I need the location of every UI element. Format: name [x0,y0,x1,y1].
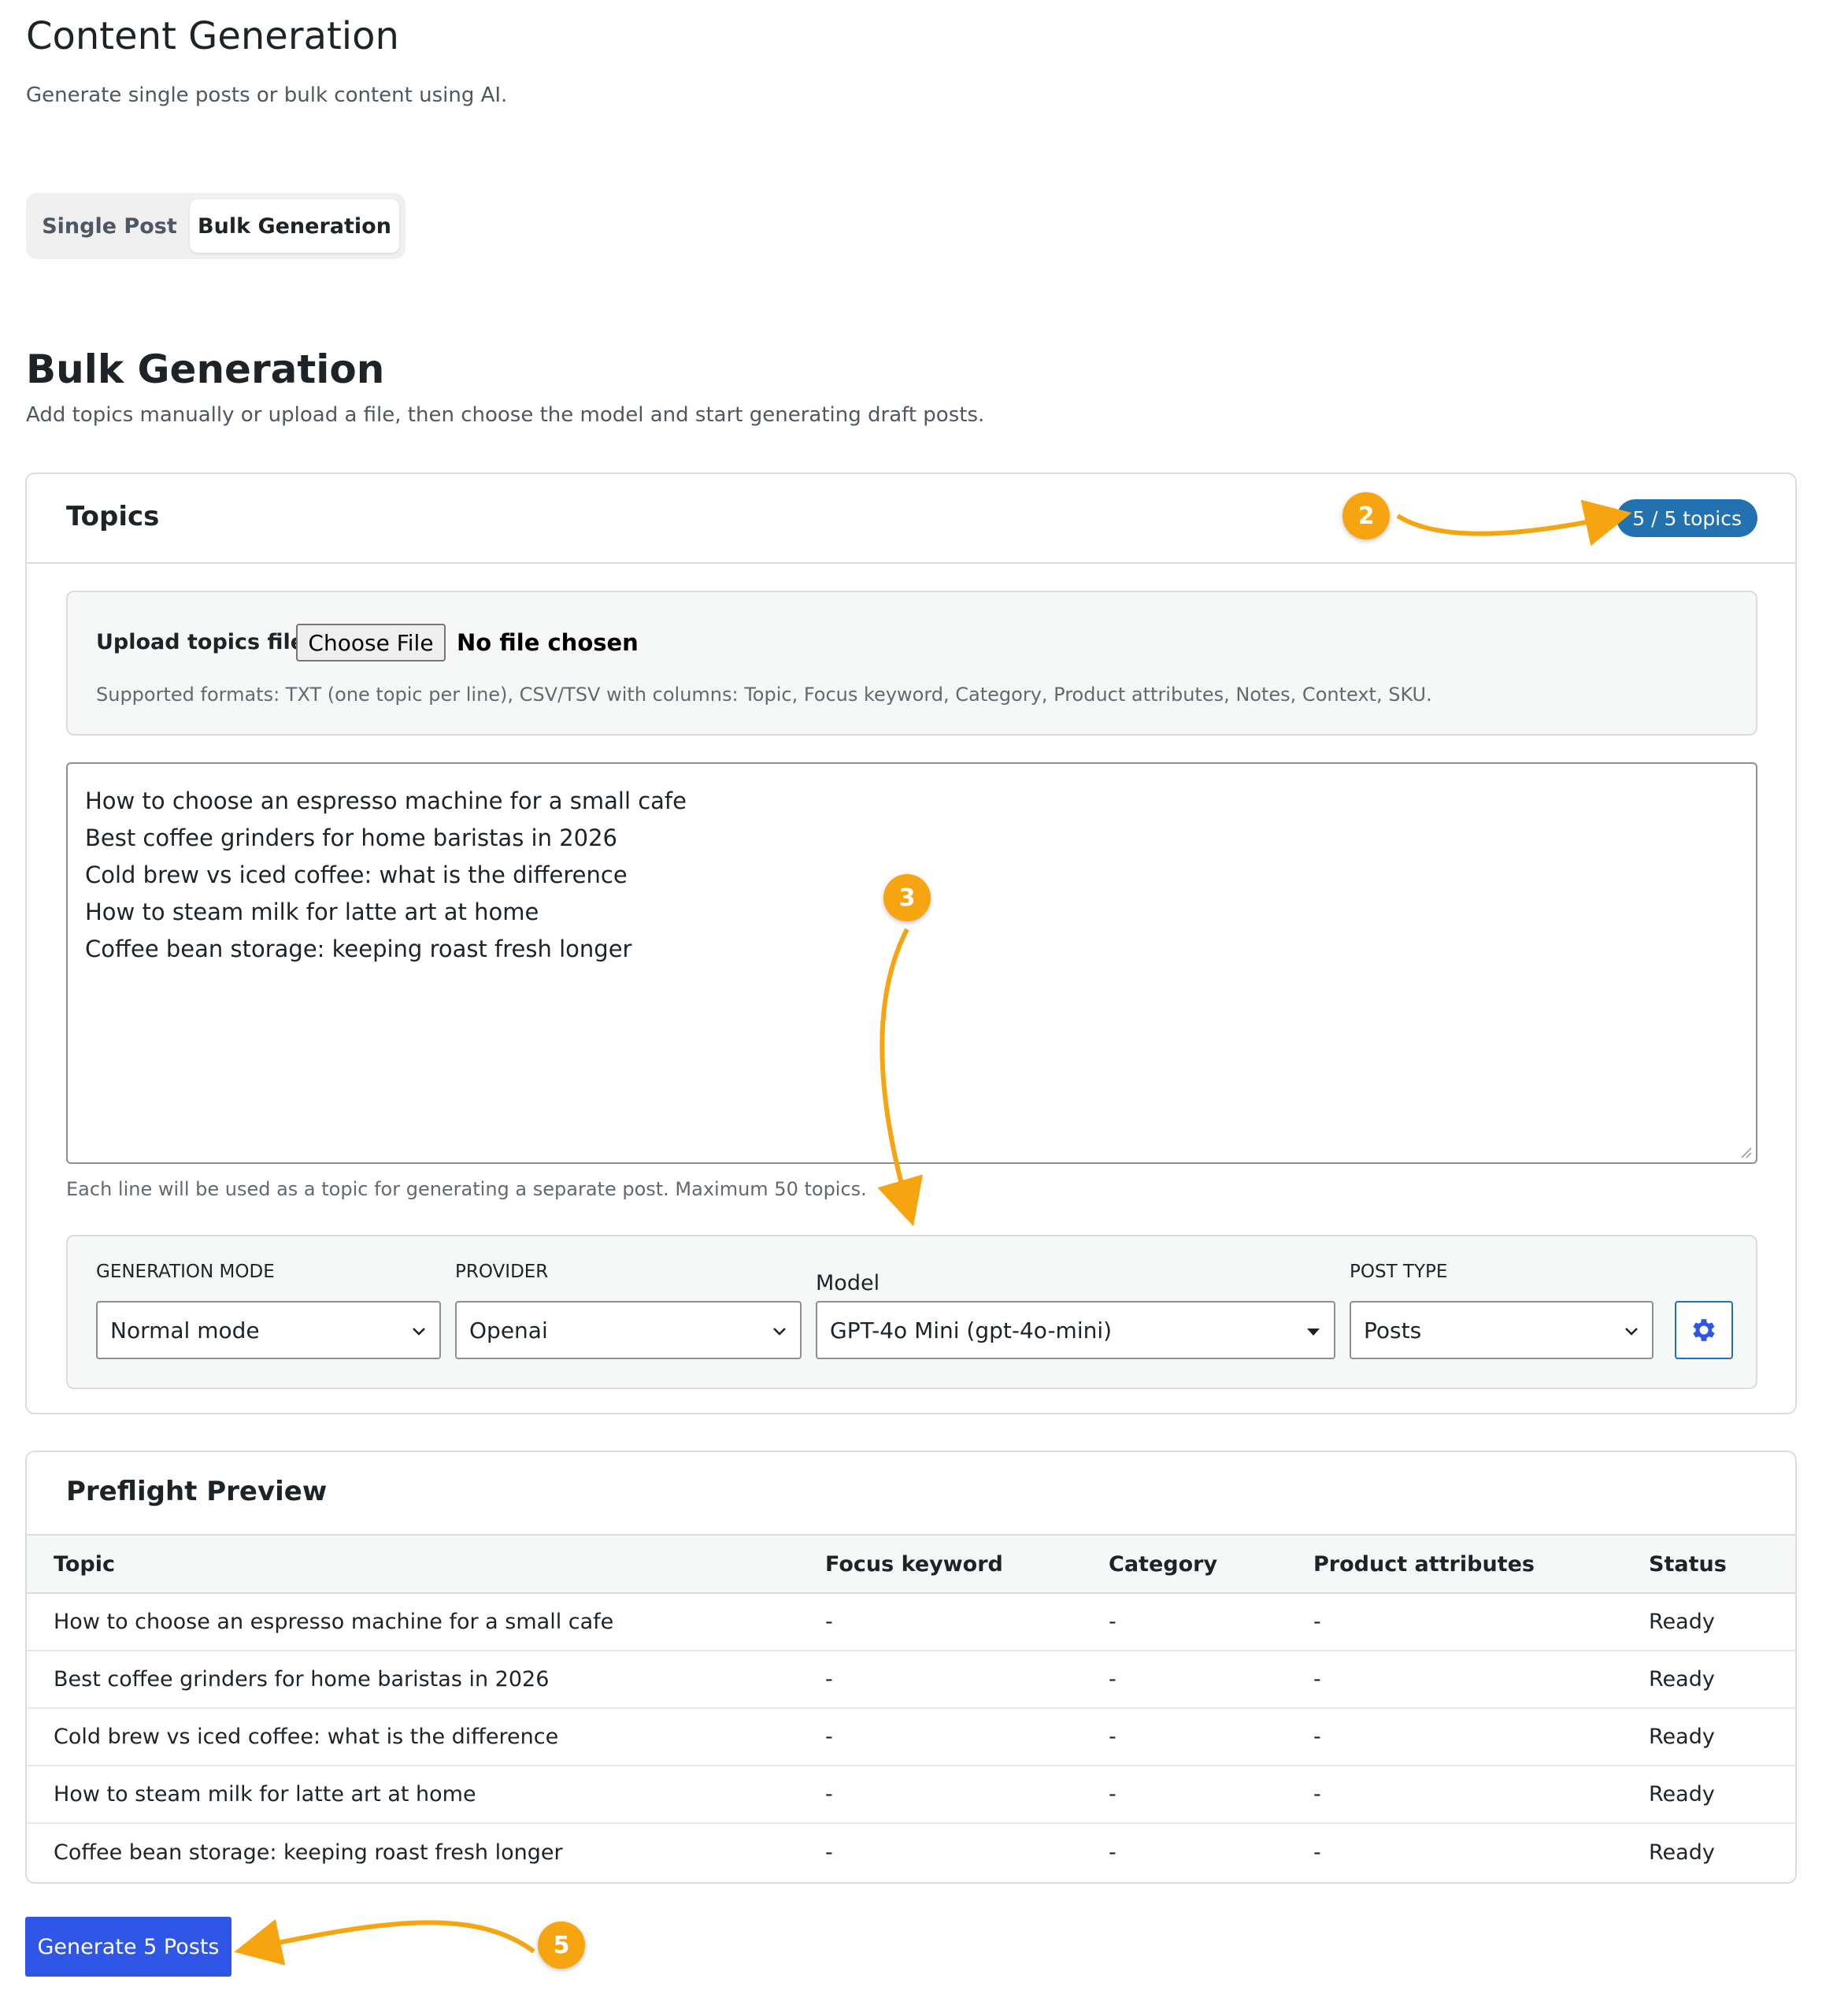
topics-card-header: Topics 5 / 5 topics [27,474,1795,564]
upload-label: Upload topics file [96,630,306,654]
topic-line: Best coffee grinders for home baristas i… [85,825,617,851]
model-value: GPT-4o Mini (gpt-4o-mini) [830,1317,1113,1343]
focus-keyword-cell: - [825,1725,833,1749]
upload-help-text: Supported formats: TXT (one topic per li… [96,684,1432,706]
category-cell: - [1109,1725,1117,1749]
annotation-arrow-5 [234,1918,535,1966]
topics-card-title: Topics [66,501,160,532]
post-type-label: POST TYPE [1350,1262,1448,1282]
upload-box: Upload topics file Choose File No file c… [66,591,1757,736]
category-cell: - [1109,1840,1117,1865]
resize-grip-icon[interactable] [1739,1145,1753,1159]
topic-cell: How to choose an espresso machine for a … [54,1610,614,1634]
annotation-marker: 3 [883,874,931,921]
topics-card: Topics 5 / 5 topics Upload topics file C… [25,472,1797,1414]
column-header: Category [1109,1551,1218,1577]
table-row: How to steam milk for latte art at home … [27,1766,1795,1823]
tab-bulk-generation[interactable]: Bulk Generation [190,199,399,253]
generation-mode-select[interactable]: Normal mode [96,1301,441,1359]
product-attributes-cell: - [1313,1610,1321,1634]
focus-keyword-cell: - [825,1840,833,1865]
chevron-down-icon [413,1328,425,1336]
product-attributes-cell: - [1313,1725,1321,1749]
table-row: Best coffee grinders for home baristas i… [27,1651,1795,1708]
model-label: Model [816,1271,880,1295]
provider-select[interactable]: Openai [455,1301,802,1359]
topic-cell: Coffee bean storage: keeping roast fresh… [54,1840,563,1865]
preflight-card: Preflight Preview Topic Focus keyword Ca… [25,1451,1797,1884]
generation-settings: GENERATION MODE Normal mode PROVIDER Ope… [66,1235,1757,1389]
table-row: How to choose an espresso machine for a … [27,1593,1795,1651]
category-cell: - [1109,1610,1117,1634]
table-row: Cold brew vs iced coffee: what is the di… [27,1708,1795,1766]
topic-count-badge: 5 / 5 topics [1616,499,1757,537]
category-cell: - [1109,1667,1117,1692]
product-attributes-cell: - [1313,1782,1321,1807]
textarea-help-text: Each line will be used as a topic for ge… [66,1178,867,1200]
product-attributes-cell: - [1313,1840,1321,1865]
focus-keyword-cell: - [825,1667,833,1692]
post-type-value: Posts [1364,1317,1422,1343]
provider-value: Openai [469,1317,548,1343]
annotation-marker: 2 [1342,492,1390,539]
column-header: Topic [54,1551,115,1577]
gear-icon [1693,1319,1715,1341]
table-row: Coffee bean storage: keeping roast fresh… [27,1823,1795,1881]
section-subtitle: Add topics manually or upload a file, th… [26,403,985,427]
product-attributes-cell: - [1313,1667,1321,1692]
status-cell: Ready [1649,1840,1715,1865]
status-cell: Ready [1649,1610,1715,1634]
column-header: Product attributes [1313,1551,1535,1577]
mode-tabs: Single Post Bulk Generation [26,193,406,259]
column-header: Status [1649,1551,1727,1577]
topic-cell: Best coffee grinders for home baristas i… [54,1667,550,1692]
table-header-row: Topic Focus keyword Category Product att… [27,1535,1795,1593]
generation-mode-value: Normal mode [110,1317,260,1343]
status-cell: Ready [1649,1782,1715,1807]
preflight-table: Topic Focus keyword Category Product att… [27,1534,1795,1881]
section-title: Bulk Generation [26,346,385,392]
focus-keyword-cell: - [825,1610,833,1634]
generation-mode-label: GENERATION MODE [96,1262,275,1282]
generate-posts-button[interactable]: Generate 5 Posts [25,1917,231,1977]
preflight-header: Preflight Preview [27,1452,1795,1534]
file-status: No file chosen [457,629,639,656]
column-header: Focus keyword [825,1551,1003,1577]
provider-label: PROVIDER [455,1262,549,1282]
page-title: Content Generation [26,14,399,58]
status-cell: Ready [1649,1725,1715,1749]
tab-single-post[interactable]: Single Post [32,199,187,253]
chevron-down-icon [1625,1328,1638,1336]
focus-keyword-cell: - [825,1782,833,1807]
preflight-title: Preflight Preview [66,1476,328,1507]
topic-line: How to choose an espresso machine for a … [85,788,687,814]
choose-file-button[interactable]: Choose File [296,624,446,662]
annotation-marker: 5 [538,1922,585,1969]
topics-textarea[interactable]: How to choose an espresso machine for a … [66,762,1757,1164]
topic-line: Coffee bean storage: keeping roast fresh… [85,936,632,962]
caret-down-icon [1307,1329,1320,1336]
page-subtitle: Generate single posts or bulk content us… [26,83,508,107]
model-select[interactable]: GPT-4o Mini (gpt-4o-mini) [816,1301,1335,1359]
status-cell: Ready [1649,1667,1715,1692]
settings-button[interactable] [1675,1301,1733,1359]
topic-cell: Cold brew vs iced coffee: what is the di… [54,1725,559,1749]
category-cell: - [1109,1782,1117,1807]
post-type-select[interactable]: Posts [1350,1301,1654,1359]
topic-cell: How to steam milk for latte art at home [54,1782,476,1807]
chevron-down-icon [773,1328,786,1336]
